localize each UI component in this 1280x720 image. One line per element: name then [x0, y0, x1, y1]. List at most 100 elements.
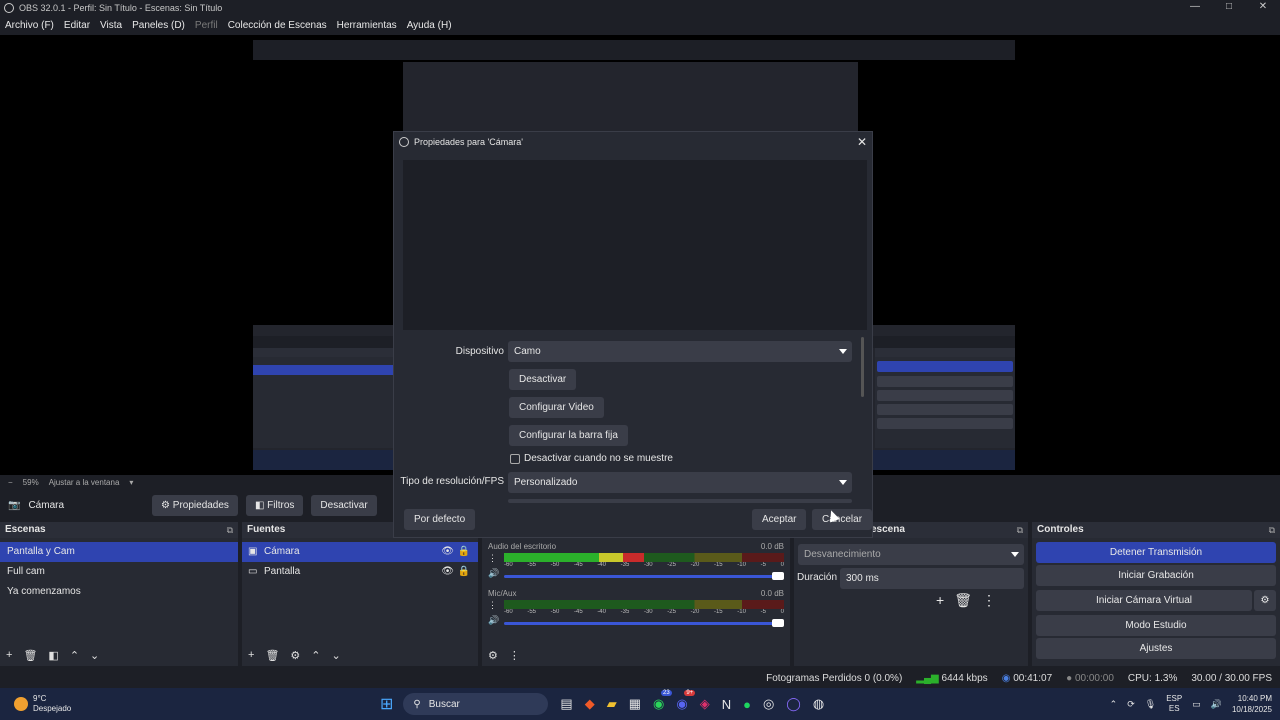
- minimize-button[interactable]: —: [1178, 0, 1212, 15]
- close-window-button[interactable]: ✕: [1246, 0, 1280, 15]
- undock-icon[interactable]: ⧉: [1269, 522, 1275, 538]
- menu-tools[interactable]: Herramientas: [332, 20, 402, 31]
- studio-mode-button[interactable]: Modo Estudio: [1036, 615, 1276, 636]
- filter-icon[interactable]: ◧: [48, 649, 58, 662]
- menu-file[interactable]: Archivo (F): [0, 20, 59, 31]
- search-box[interactable]: ⚲ Buscar: [403, 693, 549, 715]
- menu-help[interactable]: Ayuda (H): [402, 20, 457, 31]
- deactivate-device-button[interactable]: Desactivar: [509, 369, 577, 390]
- volume-knob[interactable]: [772, 619, 784, 627]
- display-icon[interactable]: ▭: [1192, 699, 1201, 710]
- task-view-icon[interactable]: ▤: [560, 696, 572, 712]
- notion-icon[interactable]: N: [722, 697, 731, 712]
- start-virtual-camera-button[interactable]: Iniciar Cámara Virtual: [1036, 590, 1252, 611]
- add-icon[interactable]: +: [6, 649, 12, 661]
- trash-icon[interactable]: 🗑: [954, 592, 972, 609]
- duration-input[interactable]: 300 ms: [840, 568, 1024, 589]
- chevron-up-icon[interactable]: ⌃: [311, 649, 320, 662]
- app-icon[interactable]: ◯: [786, 696, 801, 712]
- spotify-icon[interactable]: ●: [743, 697, 751, 712]
- kebab-menu-icon[interactable]: ⋮: [982, 592, 996, 609]
- language-indicator[interactable]: ESP ES: [1166, 694, 1182, 714]
- volume-knob[interactable]: [772, 572, 784, 580]
- dialog-scrollbar[interactable]: [861, 337, 864, 397]
- add-icon[interactable]: +: [936, 592, 944, 609]
- speaker-icon[interactable]: 🔊: [488, 568, 499, 579]
- device-select[interactable]: Camo: [508, 341, 852, 362]
- chevron-down-icon[interactable]: ⌄: [90, 649, 99, 662]
- kebab-menu-icon[interactable]: ⋮: [488, 600, 498, 611]
- meter-tick-label: -40: [597, 609, 606, 615]
- steam-icon[interactable]: ◎: [763, 696, 774, 712]
- resolution-type-select[interactable]: Personalizado: [508, 472, 852, 493]
- menu-scene-collection[interactable]: Colección de Escenas: [223, 20, 332, 31]
- volume-icon[interactable]: 🔊: [1211, 699, 1222, 710]
- network-icon[interactable]: ⟳: [1127, 699, 1135, 710]
- undock-icon[interactable]: ⧉: [227, 522, 233, 538]
- source-item[interactable]: ▣ Cámara 👁 🔒: [242, 542, 478, 562]
- instagram-icon[interactable]: ◈: [700, 696, 710, 712]
- transition-type-select[interactable]: Desvanecimiento: [798, 544, 1024, 565]
- kebab-menu-icon[interactable]: ⋮: [509, 649, 520, 662]
- properties-button[interactable]: ⚙ Propiedades: [152, 494, 238, 516]
- close-icon[interactable]: ✕: [857, 132, 867, 152]
- chevron-up-icon[interactable]: ⌃: [70, 649, 79, 662]
- discord-badge: 9+: [684, 690, 696, 696]
- meter-tick-label: -50: [550, 562, 560, 568]
- menu-edit[interactable]: Editar: [59, 20, 95, 31]
- store-icon[interactable]: ▦: [629, 696, 641, 712]
- start-recording-button[interactable]: Iniciar Grabación: [1036, 565, 1276, 586]
- title-bar: OBS 32.0.1 - Perfil: Sin Título - Escena…: [0, 0, 1280, 15]
- trash-icon[interactable]: 🗑: [265, 649, 279, 662]
- menu-docks[interactable]: Paneles (D): [127, 20, 190, 31]
- configure-video-button[interactable]: Configurar Video: [509, 397, 604, 418]
- volume-slider[interactable]: [504, 619, 784, 627]
- volume-slider[interactable]: [504, 572, 784, 580]
- trash-icon[interactable]: 🗑: [23, 649, 37, 662]
- chevron-down-icon[interactable]: ⌄: [332, 649, 341, 662]
- fit-to-window[interactable]: Ajustar a la ventana: [49, 478, 120, 487]
- stream-time: ◉ 00:41:07: [1002, 673, 1052, 684]
- scene-item[interactable]: Pantalla y Cam: [0, 542, 238, 562]
- resolution-type-value: Personalizado: [514, 477, 578, 488]
- fps: 30.00 / 30.00 FPS: [1191, 672, 1272, 684]
- gear-icon[interactable]: ⚙: [1254, 590, 1276, 611]
- mic-icon[interactable]: 🎙: [1145, 699, 1156, 710]
- scene-item[interactable]: Ya comenzamos: [0, 582, 238, 602]
- clock[interactable]: 10:40 PM 10/18/2025: [1232, 693, 1272, 715]
- source-item[interactable]: ▭ Pantalla 👁 🔒: [242, 562, 478, 582]
- lock-icon[interactable]: 🔒: [458, 542, 470, 562]
- obs-icon[interactable]: ◍: [813, 696, 824, 712]
- discord-icon[interactable]: ◉ 9+: [676, 690, 696, 712]
- ok-button[interactable]: Aceptar: [752, 509, 807, 530]
- eye-icon[interactable]: 👁: [441, 562, 454, 582]
- brave-icon[interactable]: ◆: [585, 696, 595, 712]
- deactivate-when-hidden-checkbox[interactable]: [510, 454, 520, 464]
- whatsapp-icon[interactable]: ◉ 23: [653, 690, 672, 712]
- chevron-down-icon[interactable]: ▾: [129, 478, 133, 487]
- mixer-settings-icon[interactable]: ⚙: [488, 649, 498, 662]
- speaker-icon[interactable]: 🔊: [488, 615, 499, 626]
- kebab-menu-icon[interactable]: ⋮: [488, 553, 498, 564]
- settings-button[interactable]: Ajustes: [1036, 638, 1276, 659]
- undock-icon[interactable]: ⧉: [1017, 522, 1023, 538]
- defaults-button[interactable]: Por defecto: [404, 509, 476, 530]
- zoom-out-icon[interactable]: −: [8, 478, 13, 487]
- weather-widget[interactable]: 9°C Despejado: [0, 694, 360, 714]
- menu-profile[interactable]: Perfil: [190, 20, 223, 31]
- filters-button[interactable]: ◧ Filtros: [245, 494, 304, 516]
- deactivate-button[interactable]: Desactivar: [311, 494, 377, 516]
- gear-icon[interactable]: ⚙: [290, 649, 300, 662]
- folder-icon[interactable]: ▰: [607, 696, 617, 712]
- lock-icon[interactable]: 🔒: [458, 562, 470, 582]
- scene-item[interactable]: Full cam: [0, 562, 238, 582]
- configure-crossbar-button[interactable]: Configurar la barra fija: [509, 425, 628, 446]
- windows-start-icon[interactable]: ⊞: [380, 694, 393, 714]
- chevron-up-icon[interactable]: ⌃: [1110, 699, 1118, 710]
- menu-view[interactable]: Vista: [95, 20, 127, 31]
- add-icon[interactable]: +: [248, 649, 254, 661]
- maximize-button[interactable]: □: [1212, 0, 1246, 15]
- eye-icon[interactable]: 👁: [441, 542, 454, 562]
- cancel-button[interactable]: Cancelar: [812, 509, 873, 530]
- stop-streaming-button[interactable]: Detener Transmisión: [1036, 542, 1276, 563]
